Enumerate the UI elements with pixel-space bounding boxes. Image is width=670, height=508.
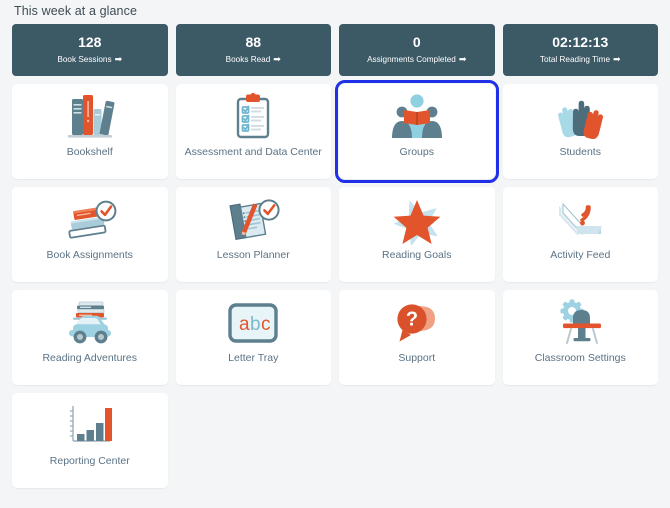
stat-value: 0 [413, 34, 421, 51]
stat-value: 02:12:13 [552, 34, 608, 51]
tile-reading-goals[interactable]: Reading Goals [339, 187, 495, 282]
stat-label: Total Reading Time➡ [540, 53, 621, 66]
stat-label: Assignments Completed➡ [367, 53, 466, 66]
tile-reporting-center[interactable]: Reporting Center [12, 393, 168, 488]
tile-label: Reporting Center [46, 455, 134, 468]
tile-label: Activity Feed [546, 249, 614, 262]
tile-label: Reading Adventures [38, 352, 141, 365]
tile-label: Assessment and Data Center [181, 146, 326, 159]
stat-label: Books Read➡ [226, 53, 281, 66]
stat-value: 88 [245, 34, 261, 51]
tile-label: Book Assignments [43, 249, 137, 262]
tile-label: Reading Goals [378, 249, 455, 262]
tile-label: Letter Tray [224, 352, 282, 365]
question-chat-icon: ? [339, 290, 495, 352]
book-rss-icon [503, 187, 659, 249]
tile-label: Groups [396, 146, 438, 159]
svg-text:a: a [239, 314, 250, 335]
svg-text:c: c [261, 314, 271, 335]
tile-label: Support [394, 352, 439, 365]
stat-card-total-reading-time[interactable]: 02:12:13 Total Reading Time➡ [503, 24, 659, 76]
tile-label: Bookshelf [63, 146, 117, 159]
stat-card-books-read[interactable]: 88 Books Read➡ [176, 24, 332, 76]
tile-groups[interactable]: Groups [339, 84, 495, 179]
arrow-right-icon: ➡ [273, 54, 281, 64]
clipboard-checklist-icon [176, 84, 332, 146]
tile-letter-tray[interactable]: a b c Letter Tray [176, 290, 332, 385]
bookshelf-icon [12, 84, 168, 146]
star-icon [339, 187, 495, 249]
bar-chart-icon [12, 393, 168, 455]
desk-gear-icon [503, 290, 659, 352]
stat-label: Book Sessions ➡ [57, 53, 122, 66]
tile-students[interactable]: Students [503, 84, 659, 179]
books-check-icon [12, 187, 168, 249]
arrow-right-icon: ➡ [459, 54, 467, 64]
stat-card-book-sessions[interactable]: 128 Book Sessions ➡ [12, 24, 168, 76]
tile-grid: Bookshelf [12, 84, 658, 488]
question-mark-glyph: ? [406, 309, 418, 331]
tile-support[interactable]: ? Support [339, 290, 495, 385]
car-books-icon [12, 290, 168, 352]
tile-label: Classroom Settings [531, 352, 630, 365]
planner-pencil-check-icon [176, 187, 332, 249]
stat-label-text: Book Sessions [57, 55, 111, 64]
stat-label-text: Assignments Completed [367, 55, 456, 64]
tile-label: Lesson Planner [213, 249, 294, 262]
tile-bookshelf[interactable]: Bookshelf [12, 84, 168, 179]
arrow-right-icon: ➡ [613, 54, 621, 64]
groups-icon [339, 84, 495, 146]
tile-classroom-settings[interactable]: Classroom Settings [503, 290, 659, 385]
tile-reading-adventures[interactable]: Reading Adventures [12, 290, 168, 385]
tile-label: Students [556, 146, 605, 159]
page-title: This week at a glance [12, 0, 658, 24]
tile-activity-feed[interactable]: Activity Feed [503, 187, 659, 282]
stat-label-text: Books Read [226, 55, 271, 64]
svg-text:b: b [250, 314, 261, 335]
abc-tray-icon: a b c [176, 290, 332, 352]
stats-row: 128 Book Sessions➡ 88 Books Read➡ 0 Assi… [12, 24, 658, 76]
stat-card-assignments-completed[interactable]: 0 Assignments Completed➡ [339, 24, 495, 76]
dashboard-page: This week at a glance 128 Book Sessions ➡… [0, 0, 670, 508]
stat-value: 128 [78, 34, 101, 51]
tile-book-assignments[interactable]: Book Assignments [12, 187, 168, 282]
stat-label-text: Total Reading Time [540, 55, 610, 64]
tile-lesson-planner[interactable]: Lesson Planner [176, 187, 332, 282]
tile-assessment-and-data-center[interactable]: Assessment and Data Center [176, 84, 332, 179]
raised-hands-icon [503, 84, 659, 146]
arrow-right-icon: ➡ [115, 54, 123, 64]
